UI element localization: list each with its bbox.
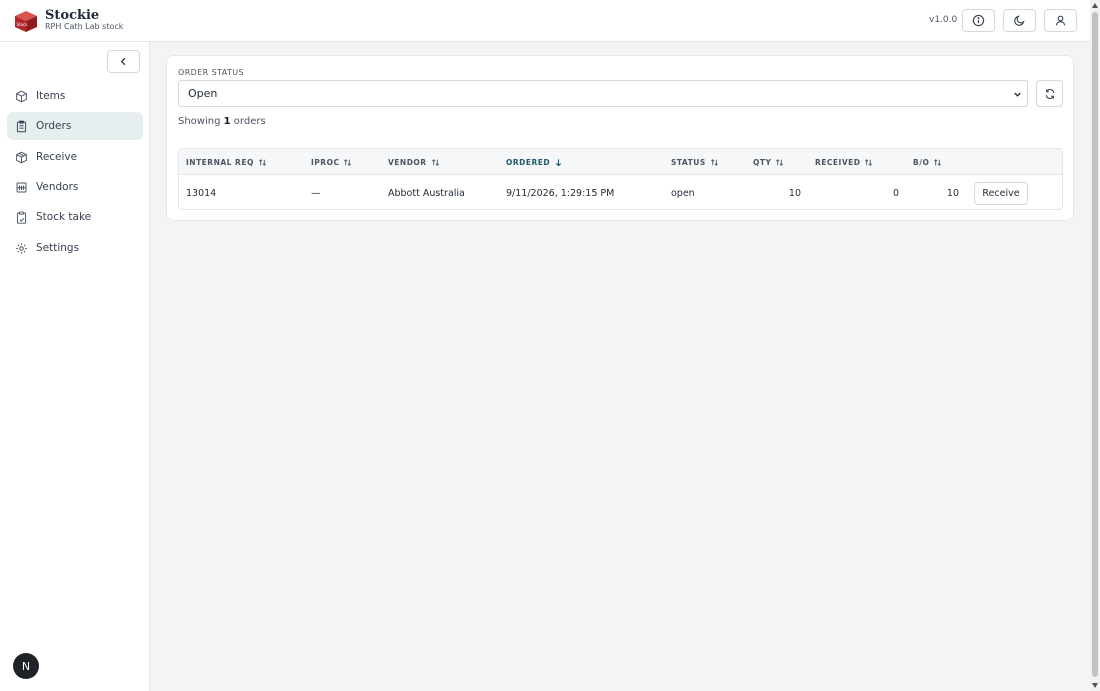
cell-vendor: Abbott Australia — [388, 188, 465, 199]
sort-icon — [865, 159, 873, 166]
scroll-up-arrow-icon[interactable] — [1092, 3, 1098, 8]
chevron-left-icon — [120, 57, 126, 66]
cell-bo: 10 — [946, 188, 959, 199]
column-header-ordered[interactable]: ORDERED — [506, 158, 563, 167]
sidebar-item-label: Settings — [36, 242, 80, 254]
results-summary: Showing 1 orders — [178, 116, 266, 127]
sidebar-item-label: Receive — [36, 151, 78, 163]
user-icon — [1055, 15, 1066, 26]
moon-icon — [1014, 15, 1025, 26]
sort-icon — [258, 159, 266, 166]
building-icon — [15, 181, 28, 194]
info-icon — [972, 14, 985, 27]
sidebar-item-label: Stock take — [36, 211, 92, 223]
column-header-bo[interactable]: B/O — [913, 158, 942, 167]
order-status-label: ORDER STATUS — [178, 68, 244, 77]
column-header-status[interactable]: STATUS — [671, 158, 719, 167]
info-button[interactable] — [962, 9, 995, 32]
sort-icon — [776, 159, 784, 166]
clipboard-check-icon — [15, 211, 28, 224]
sort-desc-icon — [555, 159, 562, 167]
cell-internal-req: 13014 — [186, 188, 217, 199]
gear-icon — [15, 242, 28, 255]
orders-table: INTERNAL REQ IPROC VENDOR ORDERED STATUS… — [178, 148, 1063, 210]
table-header: INTERNAL REQ IPROC VENDOR ORDERED STATUS… — [179, 149, 1062, 175]
sort-icon — [934, 159, 942, 166]
column-header-iproc[interactable]: IPROC — [311, 158, 352, 167]
refresh-icon — [1045, 88, 1054, 99]
sidebar-item-receive[interactable]: Receive — [7, 143, 143, 171]
sort-icon — [431, 159, 439, 166]
clipboard-icon — [15, 120, 28, 133]
sidebar-item-items[interactable]: Items — [7, 82, 143, 110]
collapse-sidebar-button[interactable] — [107, 50, 140, 73]
scroll-down-arrow-icon[interactable] — [1092, 683, 1098, 688]
cell-received: 0 — [892, 188, 899, 199]
top-header: Stock Stockie RPH Cath Lab stock v1.0.0 — [0, 0, 1090, 42]
sort-icon — [710, 159, 718, 166]
box-icon — [15, 90, 28, 103]
cell-qty: 10 — [788, 188, 801, 199]
sidebar-item-stock-take[interactable]: Stock take — [7, 203, 143, 231]
cell-iproc: — — [311, 188, 321, 199]
order-status-select[interactable]: Open — [178, 80, 1028, 107]
package-in-icon — [15, 151, 28, 164]
version-label: v1.0.0 — [929, 15, 958, 25]
cell-ordered: 9/11/2026, 1:29:15 PM — [506, 188, 615, 199]
order-status-value: Open — [188, 87, 218, 100]
cell-status: open — [671, 188, 695, 199]
orders-panel: ORDER STATUS Open Showing 1 orders INTER… — [166, 55, 1074, 221]
app-subtitle: RPH Cath Lab stock — [45, 22, 124, 31]
user-avatar[interactable]: N — [13, 653, 39, 679]
sidebar-item-label: Items — [36, 90, 66, 102]
column-header-received[interactable]: RECEIVED — [815, 158, 873, 167]
column-header-qty[interactable]: QTY — [753, 158, 784, 167]
sort-icon — [344, 159, 352, 166]
sidebar-item-orders[interactable]: Orders — [7, 112, 143, 140]
refresh-button[interactable] — [1036, 80, 1063, 107]
column-header-internal-req[interactable]: INTERNAL REQ — [186, 158, 267, 167]
sidebar-item-label: Orders — [36, 120, 72, 132]
chevron-down-icon — [1014, 92, 1021, 97]
account-button[interactable] — [1044, 9, 1077, 32]
sidebar-item-label: Vendors — [36, 181, 79, 193]
theme-toggle-button[interactable] — [1003, 9, 1036, 32]
receive-button[interactable]: Receive — [974, 182, 1028, 205]
results-count: 1 — [223, 116, 231, 127]
column-header-vendor[interactable]: VENDOR — [388, 158, 440, 167]
sidebar-item-vendors[interactable]: Vendors — [7, 173, 143, 201]
scrollbar-thumb[interactable] — [1092, 12, 1098, 677]
svg-text:Stock: Stock — [17, 22, 29, 27]
stockie-logo-icon: Stock — [15, 11, 37, 32]
sidebar-item-settings[interactable]: Settings — [7, 234, 143, 262]
sidebar: Items Orders Receive Vendors Stock take … — [0, 42, 150, 691]
app-name: Stockie — [45, 8, 100, 23]
page-scrollbar[interactable] — [1090, 0, 1100, 691]
